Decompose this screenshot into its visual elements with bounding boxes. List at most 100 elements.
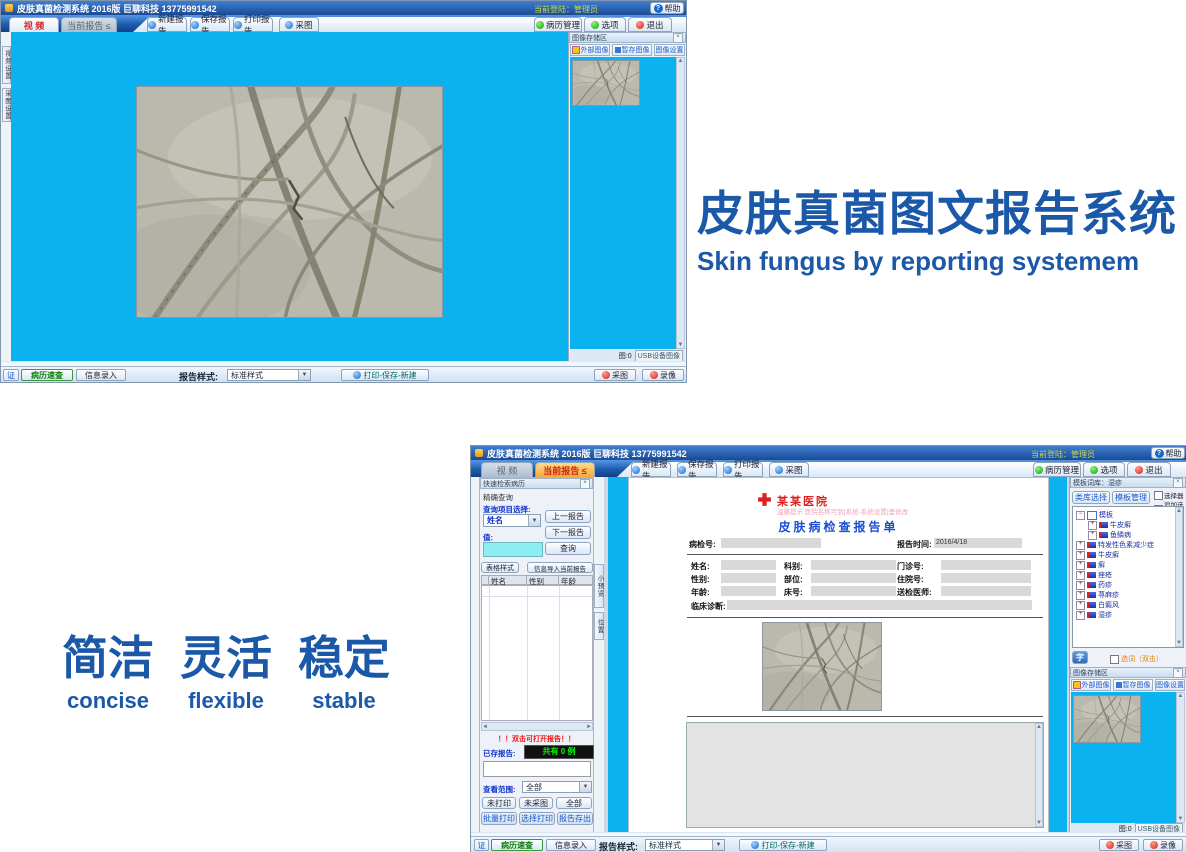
capture-image-button[interactable]: 采图 bbox=[769, 462, 809, 477]
info-entry-button[interactable]: 信息录入 bbox=[76, 369, 126, 381]
tree-item[interactable]: +白癜风 bbox=[1076, 600, 1119, 610]
tree-item[interactable]: +特发性色素减少症 bbox=[1076, 540, 1154, 550]
report-style-select[interactable]: 标准样式▼ bbox=[645, 839, 725, 851]
print-save-new-button[interactable]: 打印-保存-新建 bbox=[739, 839, 827, 851]
exit-button[interactable]: 退出 bbox=[1127, 462, 1171, 477]
new-report-button[interactable]: 新建报告 bbox=[631, 462, 671, 477]
temp-image-button[interactable]: 暂存图像 bbox=[612, 44, 652, 56]
field-value[interactable] bbox=[941, 560, 1031, 570]
import-info-button[interactable]: 信息导入当前报告 bbox=[527, 562, 593, 573]
capture-button[interactable]: 采图 bbox=[1099, 839, 1139, 851]
cert-button[interactable]: 证 bbox=[474, 839, 489, 851]
options-button[interactable]: 选项 bbox=[1083, 462, 1125, 477]
field-value[interactable] bbox=[721, 573, 776, 583]
template-manage-button[interactable]: 模板管理 bbox=[1112, 491, 1150, 504]
close-icon[interactable]: × bbox=[1173, 478, 1183, 488]
help-button[interactable]: ? 帮助 bbox=[1151, 447, 1185, 459]
side-tab-capture-settings[interactable]: 采图设置 bbox=[2, 88, 11, 122]
stored-image-thumbnail[interactable] bbox=[1073, 695, 1141, 743]
library-select-button[interactable]: 类库选择 bbox=[1072, 491, 1110, 504]
exam-no-value[interactable] bbox=[721, 538, 821, 548]
print-save-new-button[interactable]: 打印-保存-新建 bbox=[341, 369, 429, 381]
capture-image-button[interactable]: 采图 bbox=[279, 17, 319, 32]
filter-unprinted-button[interactable]: 未打印 bbox=[482, 797, 516, 809]
filter-all-button[interactable]: 全部 bbox=[556, 797, 592, 809]
filter-uncaptured-button[interactable]: 未采图 bbox=[519, 797, 553, 809]
record-video-button[interactable]: 录像 bbox=[1143, 839, 1183, 851]
exit-button[interactable]: 退出 bbox=[628, 17, 672, 32]
field-value[interactable] bbox=[811, 573, 896, 583]
side-tab-preview[interactable]: 小预览 bbox=[594, 564, 604, 608]
print-report-button[interactable]: 打印报告 bbox=[233, 17, 273, 32]
print-report-button[interactable]: 打印报告 bbox=[723, 462, 763, 477]
quick-lookup-button[interactable]: 病历速查 bbox=[21, 369, 73, 381]
temp-image-button[interactable]: 暂存图像 bbox=[1113, 679, 1153, 691]
tree-item[interactable]: +湿疹 bbox=[1076, 610, 1112, 620]
query-button[interactable]: 查询 bbox=[545, 542, 591, 555]
field-value[interactable] bbox=[811, 586, 896, 596]
close-icon[interactable]: × bbox=[673, 33, 683, 43]
close-icon[interactable]: × bbox=[1173, 668, 1183, 678]
help-button[interactable]: ? 帮助 bbox=[650, 2, 684, 14]
capture-button[interactable]: 采图 bbox=[594, 369, 636, 381]
col-gender[interactable]: 性别 bbox=[527, 575, 559, 585]
tree-item-root[interactable]: −模板 bbox=[1076, 510, 1113, 520]
report-microscope-image[interactable] bbox=[762, 622, 882, 711]
cert-button[interactable]: 证 bbox=[3, 369, 19, 381]
query-field-select[interactable]: 姓名▼ bbox=[483, 514, 541, 527]
tree-scrollbar[interactable]: ▲▼ bbox=[1175, 507, 1183, 647]
char-mode-button[interactable]: 字 bbox=[1072, 651, 1088, 664]
tree-item[interactable]: +药疹 bbox=[1076, 580, 1112, 590]
field-value[interactable] bbox=[941, 586, 1031, 596]
tab-video[interactable]: 视 频 bbox=[481, 462, 533, 477]
report-style-select[interactable]: 标准样式▼ bbox=[227, 369, 311, 381]
new-report-button[interactable]: 新建报告 bbox=[147, 17, 187, 32]
record-manage-button[interactable]: 病历管理 bbox=[534, 17, 582, 32]
query-value-input[interactable] bbox=[483, 542, 543, 557]
stored-image-thumbnail[interactable] bbox=[572, 60, 640, 106]
save-report-button[interactable]: 保存报告 bbox=[677, 462, 717, 477]
select-word-checkbox[interactable]: 选词（双击） bbox=[1110, 654, 1163, 664]
record-video-button[interactable]: 录像 bbox=[642, 369, 684, 381]
tab-current-report[interactable]: 当前报告 ≤ bbox=[61, 17, 117, 32]
external-image-button[interactable]: 外部图像 bbox=[570, 44, 610, 56]
next-report-button[interactable]: 下一报告 bbox=[545, 526, 591, 539]
report-time-value[interactable]: 2016/4/18 bbox=[934, 538, 1022, 548]
side-tab-video-settings[interactable]: 视频设置 bbox=[2, 46, 11, 84]
prev-report-button[interactable]: 上一报告 bbox=[545, 510, 591, 523]
info-entry-button[interactable]: 信息录入 bbox=[546, 839, 596, 851]
text-area-scrollbar[interactable]: ▲▼ bbox=[1035, 723, 1043, 827]
image-settings-button[interactable]: 图像设置 bbox=[654, 44, 685, 56]
side-tab-position[interactable]: 位置 bbox=[594, 612, 604, 640]
external-image-button[interactable]: 外部图像 bbox=[1071, 679, 1111, 691]
col-age[interactable]: 年龄 bbox=[559, 575, 593, 585]
tab-current-report[interactable]: 当前报告 ≤ bbox=[535, 462, 595, 477]
tree-item[interactable]: +鱼鳞病 bbox=[1088, 530, 1131, 540]
field-value[interactable] bbox=[941, 573, 1031, 583]
tree-item[interactable]: +痤疮 bbox=[1076, 570, 1112, 580]
image-store-scrollbar[interactable]: ▲▼ bbox=[676, 57, 685, 349]
h-scrollbar[interactable]: ◄► bbox=[481, 722, 593, 731]
tree-item[interactable]: +牛皮癣 bbox=[1088, 520, 1131, 530]
tab-video[interactable]: 视 频 bbox=[9, 17, 59, 32]
report-text-area[interactable]: ▲▼ bbox=[686, 722, 1044, 828]
export-report-button[interactable]: 报告存出 bbox=[557, 812, 593, 825]
options-button[interactable]: 选项 bbox=[584, 17, 626, 32]
close-icon[interactable]: × bbox=[580, 479, 590, 489]
save-report-button[interactable]: 保存报告 bbox=[190, 17, 230, 32]
table-style-button[interactable]: 表格样式 bbox=[481, 562, 519, 573]
tree-item[interactable]: +癣 bbox=[1076, 560, 1105, 570]
tree-item[interactable]: +牛皮癣 bbox=[1076, 550, 1119, 560]
field-value[interactable] bbox=[811, 560, 896, 570]
diagnosis-value[interactable] bbox=[727, 600, 1032, 610]
col-name[interactable]: 姓名 bbox=[489, 575, 527, 585]
view-range-select[interactable]: 全部▼ bbox=[522, 781, 592, 793]
quick-lookup-button[interactable]: 病历速查 bbox=[491, 839, 543, 851]
field-value[interactable] bbox=[721, 586, 776, 596]
select-print-button[interactable]: 选择打印 bbox=[519, 812, 555, 825]
image-settings-button[interactable]: 图像设置 bbox=[1155, 679, 1185, 691]
tree-item[interactable]: +荨麻疹 bbox=[1076, 590, 1119, 600]
image-store-scrollbar[interactable]: ▲▼ bbox=[1176, 692, 1185, 823]
record-manage-button[interactable]: 病历管理 bbox=[1033, 462, 1081, 477]
field-value[interactable] bbox=[721, 560, 776, 570]
